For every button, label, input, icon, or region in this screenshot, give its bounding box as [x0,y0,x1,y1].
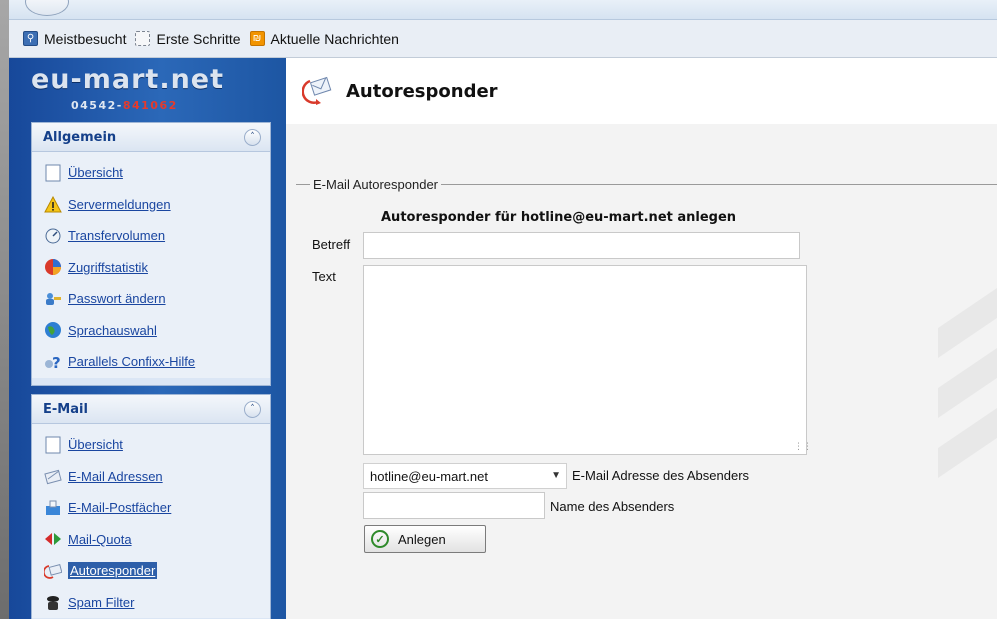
sidebar-item-label: Übersicht [68,165,123,181]
collapse-icon[interactable]: ˄ [244,401,261,418]
sender-name-label: Name des Absenders [550,499,675,514]
page-icon [44,436,62,454]
page-title: Autoresponder [346,80,498,102]
sidebar-item-transfervolumen[interactable]: Transfervolumen [32,220,270,252]
sidebar-item-email-adressen[interactable]: E-Mail Adressen [32,461,270,493]
sidebar-item-label: Mail-Quota [68,531,132,547]
panel-header[interactable]: Allgemein ˄ [32,123,270,152]
collapse-icon[interactable]: ˄ [244,129,261,146]
rss-feed-icon: ₪ [249,31,265,46]
sidebar-item-email-postfaecher[interactable]: E-Mail-Postfächer [32,492,270,524]
sidebar-item-email-uebersicht[interactable]: Übersicht [32,429,270,461]
panel-body: Übersicht E-Mail Adressen E-Mail-Postfäc… [32,424,270,618]
panel-title: Allgemein [43,129,117,145]
panel-allgemein: Allgemein ˄ Übersicht Servermeldungen Tr… [31,122,271,386]
email-address-icon [44,467,62,485]
bookmark-meistbesucht[interactable]: ⚲ Meistbesucht [23,31,126,47]
autoresponder-icon [301,75,332,108]
sidebar-item-mail-quota[interactable]: Mail-Quota [32,524,270,556]
warning-icon [44,195,62,213]
sidebar-item-label: Spam Filter [68,594,135,610]
checkmark-icon: ✓ [371,530,389,548]
sidebar-item-label: E-Mail-Postfächer [68,500,172,516]
logo-text: eu-mart.net [31,64,225,95]
sidebar-item-confixx-hilfe[interactable]: ? Parallels Confixx-Hilfe [32,346,270,378]
sidebar-item-label: Transfervolumen [68,228,166,244]
main-content: Autoresponder E-Mail Autoresponder Autor… [286,58,997,619]
sender-name-input[interactable] [363,492,545,519]
bookmark-label: Meistbesucht [44,30,127,47]
subject-input[interactable] [363,232,800,259]
svg-text:?: ? [52,354,61,371]
sidebar: eu-mart.net 04542-841062 Allgemein ˄ Übe… [9,58,286,619]
sidebar-item-passwort-aendern[interactable]: Passwort ändern [32,283,270,315]
sidebar-item-sprachauswahl[interactable]: Sprachauswahl [32,315,270,347]
panel-header[interactable]: E-Mail ˄ [32,395,270,424]
anlegen-button-label: Anlegen [398,531,446,547]
sidebar-item-label: Passwort ändern [68,291,166,307]
bookmark-aktuelle-nachrichten[interactable]: ₪ Aktuelle Nachrichten [249,30,399,47]
sidebar-item-zugriffstatistik[interactable]: Zugriffstatistik [32,252,270,284]
resize-grip-icon[interactable]: ⋮⋮ [794,442,812,452]
sender-address-value: hotline@eu-mart.net [370,468,488,484]
sidebar-item-label: Sprachauswahl [68,322,157,338]
sidebar-item-label: E-Mail Adressen [68,468,163,484]
sidebar-item-label: Zugriffstatistik [68,259,148,275]
panel-body: Übersicht Servermeldungen Transfervolume… [32,152,270,378]
form-heading: Autoresponder für hotline@eu-mart.net an… [381,210,737,225]
fieldset-legend: E-Mail Autoresponder [310,177,442,192]
anlegen-button[interactable]: ✓ Anlegen [364,525,486,553]
quota-arrows-icon [44,530,62,548]
logo-phone: 04542-841062 [71,99,178,112]
back-button[interactable] [25,0,69,16]
pie-chart-icon [44,258,62,276]
text-area[interactable] [363,265,807,455]
page-icon [44,164,62,182]
blank-page-icon [135,31,151,46]
help-icon: ? [44,353,62,371]
background-watermark [938,288,997,478]
subject-label: Betreff [312,237,351,252]
magnifier-icon: ⚲ [23,31,38,46]
autoresponder-icon [44,562,62,580]
sidebar-item-spam-filter[interactable]: Spam Filter [32,587,270,619]
sender-address-label: E-Mail Adresse des Absenders [572,468,750,483]
window-frame-left [0,0,9,619]
sidebar-item-uebersicht[interactable]: Übersicht [32,157,270,189]
dropdown-arrow-icon: ▼ [551,470,561,481]
gauge-icon [44,227,62,245]
bookmark-label: Aktuelle Nachrichten [270,30,399,47]
sidebar-item-label: Autoresponder [68,562,158,580]
bookmark-erste-schritte[interactable]: Erste Schritte [135,30,241,47]
globe-icon [44,321,62,339]
sidebar-item-autoresponder[interactable]: Autoresponder [32,555,270,587]
browser-toolbar [9,0,997,20]
mailbox-icon [44,499,62,517]
sidebar-item-label: Parallels Confixx-Hilfe [68,354,196,370]
text-label: Text [312,269,336,284]
bookmark-label: Erste Schritte [156,30,241,47]
panel-email: E-Mail ˄ Übersicht E-Mail Adressen E-Mai… [31,394,271,619]
sidebar-item-label: Übersicht [68,437,123,453]
logo: eu-mart.net 04542-841062 [9,58,286,120]
bookmarks-bar: ⚲ Meistbesucht Erste Schritte ₪ Aktuelle… [9,20,997,58]
sidebar-item-label: Servermeldungen [68,196,171,212]
spy-icon [44,593,62,611]
sender-address-select[interactable]: hotline@eu-mart.net ▼ [363,463,567,489]
sidebar-item-servermeldungen[interactable]: Servermeldungen [32,189,270,221]
panel-title: E-Mail [43,401,88,417]
users-key-icon [44,290,62,308]
page-header: Autoresponder [286,58,997,124]
